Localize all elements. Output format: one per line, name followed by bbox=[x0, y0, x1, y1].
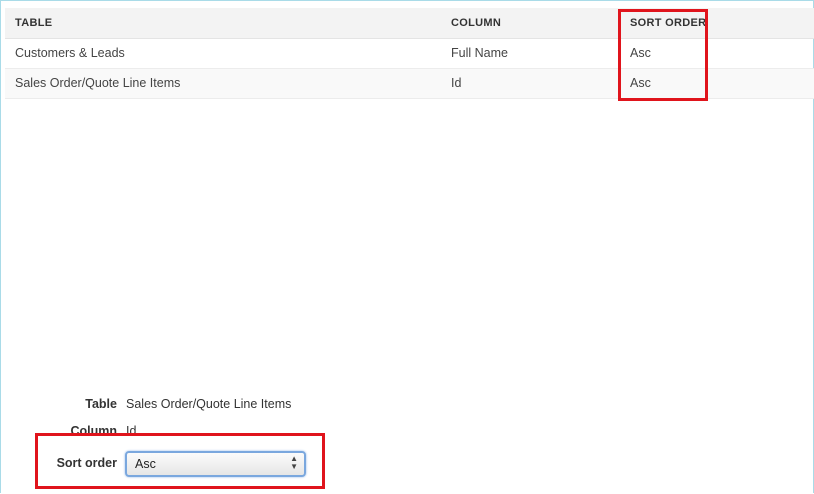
header-column[interactable]: COLUMN bbox=[451, 8, 501, 38]
header-table[interactable]: TABLE bbox=[15, 8, 52, 38]
sort-order-column-highlight bbox=[618, 9, 708, 101]
sort-order-field-highlight bbox=[35, 433, 325, 489]
cell-column: Id bbox=[451, 76, 462, 90]
table-value: Sales Order/Quote Line Items bbox=[126, 397, 292, 411]
cell-column: Full Name bbox=[451, 46, 508, 60]
table-label: Table bbox=[85, 397, 117, 411]
cell-table: Sales Order/Quote Line Items bbox=[15, 76, 181, 90]
cell-table: Customers & Leads bbox=[15, 46, 125, 60]
